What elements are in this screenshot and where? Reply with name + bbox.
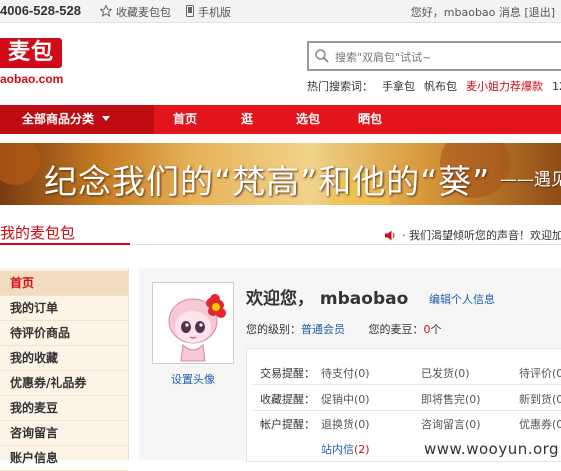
search-box — [307, 41, 561, 71]
feedback-notice[interactable]: · 我们渴望倾听您的声音！欢迎加 — [385, 227, 561, 243]
nav-home[interactable]: 首页 — [173, 105, 197, 134]
sidebar-item-orders[interactable]: 我的订单 — [0, 296, 128, 321]
hot-term-clutch[interactable]: 手拿包 — [382, 80, 415, 93]
account-sidebar: 首页 我的订单 待评价商品 我的收藏 优惠券/礼品券 我的麦豆 咨询留言 账户信… — [0, 268, 129, 471]
logo-url: aobao.com — [0, 72, 64, 86]
coupons-count-link[interactable]: 优惠券(0 — [519, 416, 561, 432]
row-divider — [252, 384, 561, 385]
hot-search-label: 热门搜索词： — [307, 80, 373, 93]
user-bar: 您好，mbaobao 消息 [退出] — [407, 4, 555, 20]
nav-show-bag[interactable]: 晒包 — [358, 105, 382, 134]
title-underline — [0, 243, 130, 245]
main-nav: 全部商品分类 首页 逛 选包 晒包 — [0, 105, 561, 134]
avatar-cartoon-icon — [153, 283, 233, 363]
pending-payment-link[interactable]: 待支付(0) — [321, 365, 370, 381]
selling-out-link[interactable]: 即将售完(0) — [421, 391, 481, 407]
promo-banner[interactable]: 纪念我们的“梵高”和他的“葵” ——遇见 — [0, 143, 561, 205]
caret-down-icon — [102, 116, 111, 121]
sidebar-item-pending-reviews[interactable]: 待评价商品 — [0, 321, 128, 346]
mobile-version-link[interactable]: 手机版 — [186, 4, 231, 20]
shipped-link[interactable]: 已发货(0) — [421, 365, 470, 381]
beans-unit: 个 — [430, 323, 442, 336]
search-icon — [315, 49, 329, 63]
new-arrival-link[interactable]: 新到货(0 — [519, 391, 561, 407]
beans-label: 您的麦豆： — [368, 323, 424, 336]
to-review-link[interactable]: 待评价(0 — [519, 365, 561, 381]
welcome-heading: 欢迎您， mbaobao — [246, 289, 409, 309]
hot-term-promo[interactable]: 麦小姐力荐爆款 — [466, 80, 543, 93]
banner-subtitle: ——遇见 — [500, 170, 561, 190]
greeting-text: 您好，mbaobao — [410, 6, 496, 19]
sidebar-item-coupons[interactable]: 优惠券/礼品券 — [0, 371, 128, 396]
sidebar-item-favorites[interactable]: 我的收藏 — [0, 346, 128, 371]
level-label: 您的级别： — [246, 323, 301, 336]
message-count: (2) — [354, 443, 370, 456]
beans-count: 0 — [423, 323, 431, 336]
trade-reminder-label: 交易提醒： — [260, 367, 315, 380]
hot-term-more[interactable]: 128 — [552, 80, 561, 93]
row-divider — [252, 410, 561, 411]
on-sale-link[interactable]: 促销中(0) — [321, 391, 370, 407]
top-bar: 4006-528-528 收藏麦包包 手机版 您好，mbaobao 消息 [退出… — [0, 0, 561, 23]
search-input[interactable] — [333, 47, 557, 67]
sunflower-decoration — [0, 143, 40, 185]
nav-choose-bag[interactable]: 选包 — [296, 105, 320, 134]
speaker-icon — [385, 230, 395, 241]
logout-link[interactable]: [退出] — [524, 6, 555, 19]
page-title: 我的麦包包 — [0, 224, 76, 242]
all-categories-menu[interactable]: 全部商品分类 — [0, 105, 154, 134]
star-icon — [100, 5, 112, 17]
favorite-reminder-label: 收藏提醒： — [260, 393, 315, 406]
favorite-site-link[interactable]: 收藏麦包包 — [100, 4, 171, 20]
site-logo[interactable]: 麦包包 — [0, 38, 62, 95]
sidebar-item-inquiries[interactable]: 咨询留言 — [0, 421, 128, 446]
account-reminder-label: 帐户提醒： — [260, 418, 315, 431]
hotline-phone: 4006-528-528 — [0, 3, 81, 18]
member-level-line: 您的级别：普通会员 您的麦豆：0个 — [246, 321, 442, 337]
set-avatar-link[interactable]: 设置头像 — [171, 371, 215, 387]
sidebar-item-home[interactable]: 首页 — [0, 271, 128, 296]
avatar[interactable] — [152, 282, 234, 364]
edit-profile-link[interactable]: 编辑个人信息 — [429, 291, 495, 307]
returns-link[interactable]: 退换货(0) — [321, 416, 370, 432]
site-messages-link[interactable]: 站内信(2) — [321, 441, 370, 457]
banner-headline: 纪念我们的“梵高”和他的“葵” — [44, 162, 491, 201]
member-level-link[interactable]: 普通会员 — [301, 323, 345, 336]
messages-link[interactable]: 消息 — [499, 6, 521, 19]
hot-search-terms: 热门搜索词： 手拿包帆布包麦小姐力荐爆款 128 — [307, 78, 561, 94]
sidebar-item-account-info[interactable]: 账户信息 — [0, 446, 128, 471]
watermark-text: www.wooyun.org — [424, 440, 560, 458]
inquiry-messages-link[interactable]: 咨询留言(0) — [421, 416, 481, 432]
sidebar-item-beans[interactable]: 我的麦豆 — [0, 396, 128, 421]
nav-browse[interactable]: 逛 — [241, 105, 253, 134]
hot-term-canvas[interactable]: 帆布包 — [424, 80, 457, 93]
mobile-phone-icon — [186, 5, 194, 17]
